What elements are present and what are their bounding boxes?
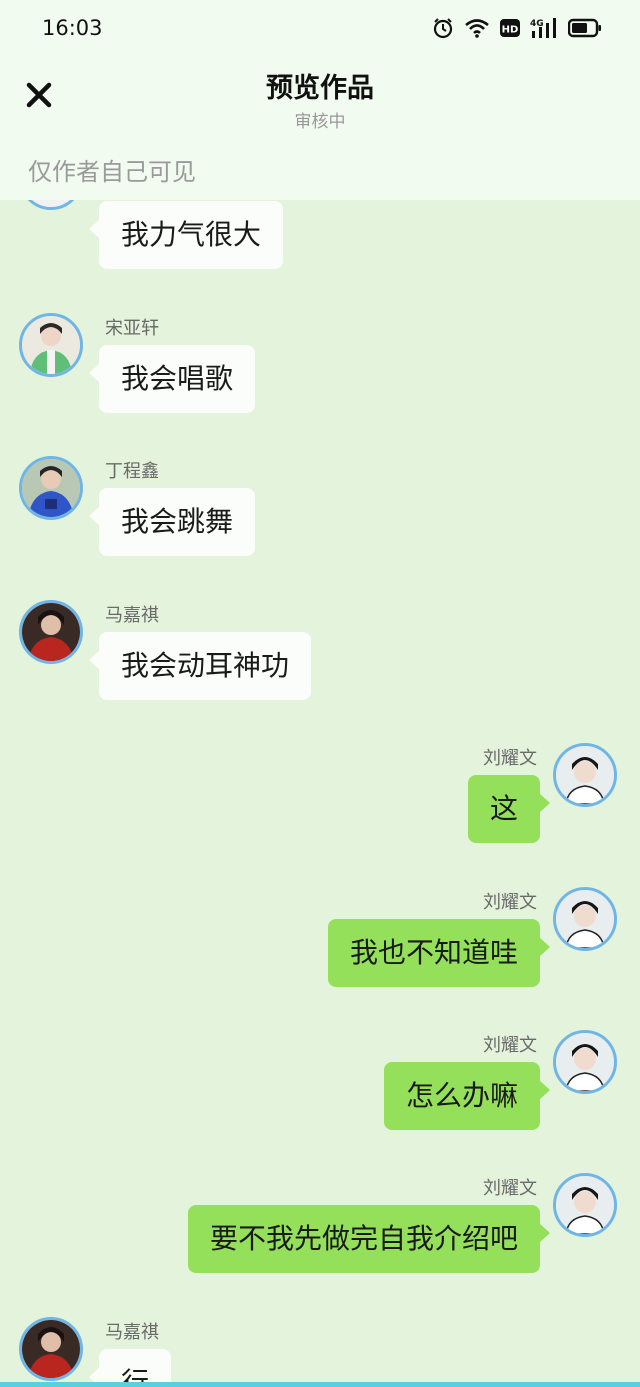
message-bubble[interactable]: 我力气很大 (88, 201, 284, 269)
message-bubble[interactable]: 我会唱歌 (88, 345, 256, 413)
avatar[interactable] (19, 200, 83, 210)
avatar[interactable] (553, 887, 617, 951)
status-icons: HD 4G (432, 14, 602, 42)
status-time: 16:03 (42, 16, 103, 40)
alarm-icon (432, 17, 454, 39)
message-bubble[interactable]: 我会动耳神功 (88, 632, 312, 700)
avatar[interactable] (553, 1030, 617, 1094)
sender-name: 宋亚轩 (105, 318, 159, 339)
message-bubble[interactable]: 我也不知道哇 (327, 919, 551, 987)
avatar[interactable] (19, 456, 83, 520)
sender-name: 刘耀文 (483, 1178, 537, 1199)
message-bubble[interactable]: 这 (467, 775, 551, 843)
avatar[interactable] (553, 1173, 617, 1237)
visibility-notice: 仅作者自己可见 (28, 158, 196, 186)
header: 预览作品 审核中 仅作者自己可见 (0, 56, 640, 200)
avatar[interactable] (19, 600, 83, 664)
signal-icon: 4G (530, 17, 558, 39)
message-bubble[interactable]: 要不我先做完自我介绍吧 (187, 1205, 551, 1273)
hd-label: HD (502, 25, 519, 36)
sender-name: 刘耀文 (483, 748, 537, 769)
sender-name: 刘耀文 (483, 892, 537, 913)
battery-icon (568, 18, 602, 38)
message-bubble[interactable]: 我会跳舞 (88, 488, 256, 556)
chat-area[interactable]: 我力气很大 宋亚轩 我会唱歌 丁程鑫 我会跳舞 马嘉祺 我会动耳神功 刘耀文 这 (0, 200, 640, 1387)
sender-name: 丁程鑫 (105, 461, 159, 482)
review-status: 审核中 (294, 112, 346, 132)
wifi-icon (464, 18, 490, 38)
avatar[interactable] (553, 743, 617, 807)
sender-name: 刘耀文 (483, 1035, 537, 1056)
hd-icon: HD (500, 18, 520, 38)
avatar[interactable] (19, 1317, 83, 1381)
status-bar: 16:03 HD 4G (0, 0, 640, 56)
page-title: 预览作品 (266, 73, 374, 104)
sender-name: 马嘉祺 (105, 605, 159, 626)
sender-name: 马嘉祺 (105, 1322, 159, 1343)
bottom-indicator (0, 1382, 640, 1387)
avatar[interactable] (19, 313, 83, 377)
message-bubble[interactable]: 怎么办嘛 (383, 1062, 551, 1130)
